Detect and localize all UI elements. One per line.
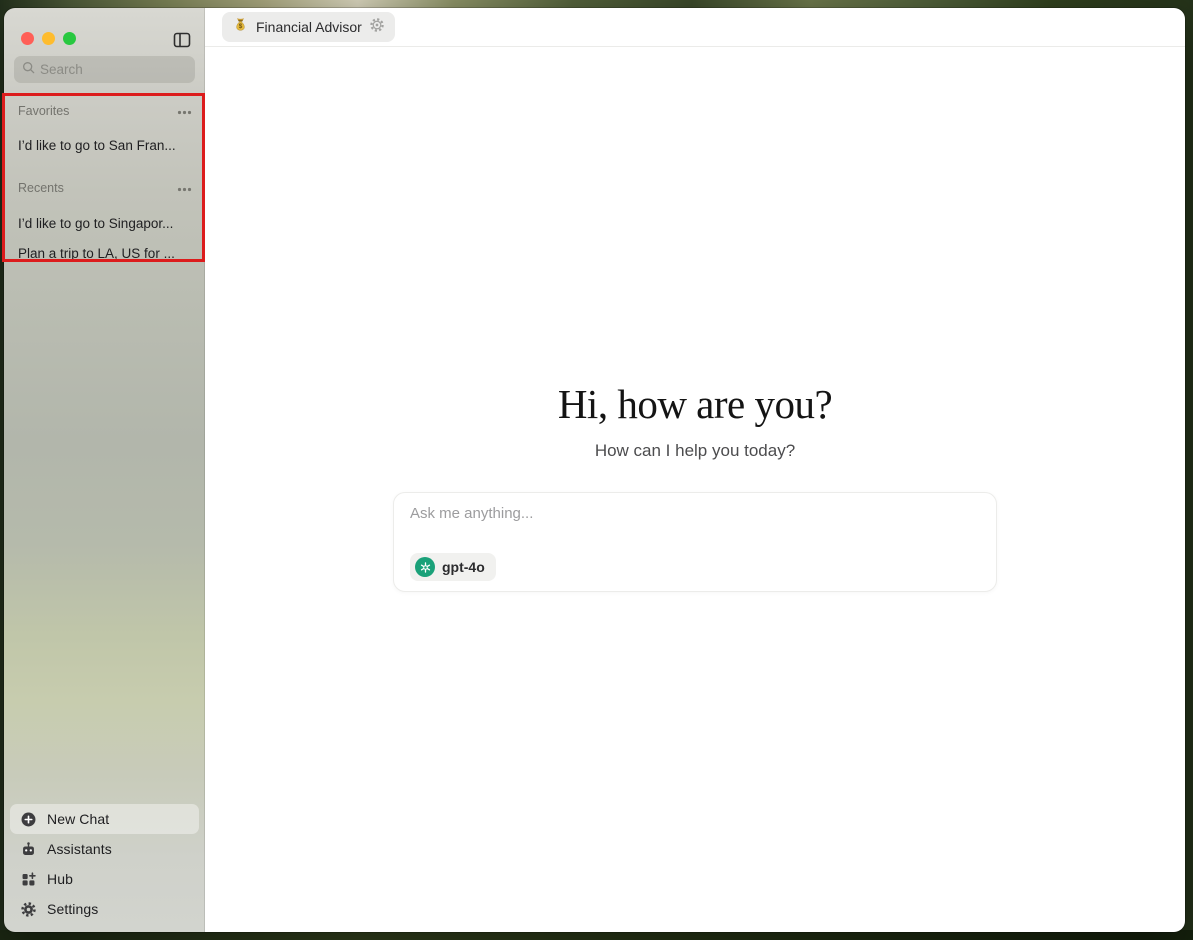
sidebar: Favorites I’d like to go to San Fran... …: [4, 8, 205, 932]
tab-financial-advisor[interactable]: $ Financial Advisor: [222, 12, 395, 42]
message-composer[interactable]: gpt-4o: [393, 492, 997, 592]
new-chat-button[interactable]: New Chat: [10, 804, 199, 834]
chat-list-item[interactable]: I’d like to go to Singapor...: [18, 211, 196, 235]
search-field[interactable]: [14, 56, 195, 83]
assistants-button[interactable]: Assistants: [10, 834, 199, 864]
model-name: gpt-4o: [442, 559, 485, 575]
minimize-window-button[interactable]: [42, 32, 55, 45]
tab-label: Financial Advisor: [256, 19, 362, 35]
gear-icon: [20, 901, 37, 918]
chat-list-item[interactable]: Plan a trip to LA, US for ...: [18, 241, 196, 265]
tab-bar: $ Financial Advisor: [205, 8, 1185, 47]
empty-state: Hi, how are you? How can I help you toda…: [205, 380, 1185, 461]
money-bag-icon: $: [232, 16, 249, 38]
app-window: Favorites I’d like to go to San Fran... …: [4, 8, 1185, 932]
close-window-button[interactable]: [21, 32, 34, 45]
assistants-label: Assistants: [47, 841, 112, 857]
settings-button[interactable]: Settings: [10, 894, 199, 924]
favorites-more-icon[interactable]: [177, 102, 192, 120]
openai-icon: [415, 557, 435, 577]
favorites-section-header: Favorites: [18, 103, 192, 119]
model-selector[interactable]: gpt-4o: [410, 553, 496, 581]
zoom-window-button[interactable]: [63, 32, 76, 45]
tab-settings-gear-icon[interactable]: [369, 17, 385, 38]
plus-circle-icon: [20, 811, 37, 828]
search-icon: [21, 60, 36, 80]
greeting-title: Hi, how are you?: [205, 380, 1185, 428]
hub-label: Hub: [47, 871, 73, 887]
favorites-section-title: Favorites: [18, 104, 69, 118]
chat-list-item[interactable]: I’d like to go to San Fran...: [18, 133, 196, 157]
main-content: $ Financial Advisor Hi, how are you? How…: [205, 8, 1185, 932]
svg-text:$: $: [239, 23, 243, 30]
settings-label: Settings: [47, 901, 98, 917]
recents-more-icon[interactable]: [177, 179, 192, 197]
message-input[interactable]: [410, 505, 980, 543]
hub-grid-icon: [20, 871, 37, 888]
recents-section-title: Recents: [18, 181, 64, 195]
sidebar-toggle-icon[interactable]: [172, 30, 192, 50]
hub-button[interactable]: Hub: [10, 864, 199, 894]
sidebar-footer-nav: New Chat Assistants: [10, 804, 199, 924]
recents-section-header: Recents: [18, 180, 192, 196]
greeting-subtitle: How can I help you today?: [205, 441, 1185, 461]
search-input[interactable]: [40, 62, 217, 77]
robot-icon: [20, 841, 37, 858]
new-chat-label: New Chat: [47, 811, 109, 827]
window-controls: [21, 32, 76, 45]
